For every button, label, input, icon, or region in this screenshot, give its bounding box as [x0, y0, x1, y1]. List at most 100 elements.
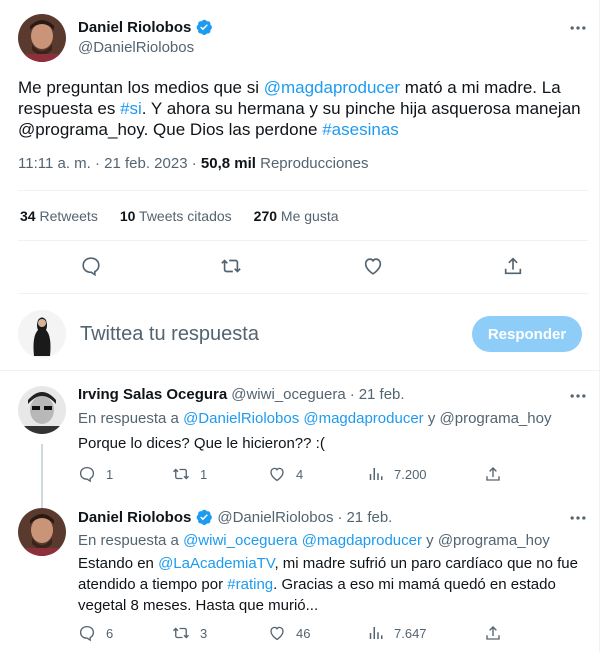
reply-text-part: Estando en	[78, 555, 159, 572]
reply-tweet[interactable]: Daniel Riolobos @DanielRiolobos · 21 feb…	[18, 508, 588, 648]
tweet-text-part: Me preguntan los medios que si	[18, 78, 264, 97]
retweet-icon[interactable]	[220, 255, 242, 277]
like-count: 4	[296, 466, 304, 482]
reply-count: 1	[106, 466, 114, 482]
divider	[18, 293, 588, 294]
views-count-action[interactable]: 7.647	[366, 624, 427, 642]
separator-dot: ·	[337, 508, 343, 526]
views-icon	[369, 627, 383, 639]
like-count-action[interactable]: 4	[268, 465, 303, 483]
tweet-stats: 34 Retweets 10 Tweets citados 270 Me gus…	[20, 208, 339, 224]
separator-dot: ·	[349, 386, 355, 403]
reply-date[interactable]: 21 feb.	[346, 509, 392, 526]
reply-actions: 1 1 4 7.200	[78, 465, 578, 485]
reply-text: Porque lo dices? Que le hicieron?? :(	[78, 435, 325, 452]
retweets-label: Retweets	[35, 208, 98, 224]
reply-count-action[interactable]: 6	[78, 624, 113, 642]
user-avatar[interactable]	[18, 310, 66, 358]
reply-author-handle[interactable]: @DanielRiolobos	[217, 509, 333, 526]
retweet-count: 3	[200, 625, 208, 641]
reply-author-avatar[interactable]	[18, 508, 66, 556]
retweets-stat[interactable]: 34 Retweets	[20, 208, 98, 224]
likes-stat[interactable]: 270 Me gusta	[254, 208, 339, 224]
quotes-stat[interactable]: 10 Tweets citados	[120, 208, 232, 224]
views-count: 7.647	[394, 625, 427, 641]
reply-icon	[79, 625, 95, 642]
in-reply-join: y @programa_hoy	[423, 410, 552, 427]
reply-input[interactable]: Twittea tu respuesta	[80, 323, 259, 346]
in-reply-to: En respuesta a @DanielRiolobos @magdapro…	[78, 410, 551, 427]
reply-header: Irving Salas Ocegura @wiwi_oceguera · 21…	[78, 386, 405, 403]
hashtag-link[interactable]: #rating	[227, 576, 273, 593]
verified-badge-icon	[197, 509, 213, 525]
more-options-icon[interactable]	[568, 18, 588, 38]
author-avatar[interactable]	[18, 14, 66, 62]
views-count-action[interactable]: 7.200	[366, 465, 427, 483]
reply-author-name[interactable]: Irving Salas Ocegura	[78, 386, 227, 403]
like-icon[interactable]	[362, 255, 384, 277]
views-count: 50,8 mil	[200, 155, 256, 172]
divider	[0, 370, 599, 371]
divider	[18, 240, 588, 241]
views-label: Reproducciones	[255, 155, 369, 172]
share-icon	[486, 626, 500, 640]
reply-button[interactable]: Responder	[472, 316, 582, 352]
more-options-icon[interactable]	[568, 508, 588, 528]
in-reply-mentions[interactable]: @DanielRiolobos @magdaproducer	[183, 410, 424, 427]
reply-author-avatar[interactable]	[18, 386, 66, 434]
reply-text: Estando en @LaAcademiaTV, mi madre sufri…	[78, 553, 578, 616]
mention-link[interactable]: @LaAcademiaTV	[158, 555, 274, 572]
reply-header: Daniel Riolobos @DanielRiolobos · 21 feb…	[78, 508, 392, 526]
views-count: 7.200	[394, 466, 427, 482]
in-reply-prefix: En respuesta a	[78, 410, 184, 427]
share-icon	[486, 467, 500, 481]
reply-composer: Twittea tu respuesta Responder	[18, 308, 588, 360]
like-icon	[270, 467, 284, 482]
tweet-thread: Daniel Riolobos @DanielRiolobos Me pregu…	[0, 0, 600, 652]
views-icon	[369, 468, 383, 480]
divider	[18, 190, 588, 191]
author-handle[interactable]: @DanielRiolobos	[78, 39, 194, 56]
share-action[interactable]	[484, 624, 502, 642]
likes-count: 270	[253, 208, 278, 224]
retweet-icon	[173, 627, 189, 639]
retweets-count: 34	[20, 208, 36, 224]
quotes-count: 10	[119, 208, 136, 224]
quotes-label: Tweets citados	[135, 208, 232, 224]
tweet-header: Daniel Riolobos @DanielRiolobos	[18, 14, 588, 62]
reply-date[interactable]: 21 feb.	[359, 386, 405, 403]
verified-badge-icon	[197, 19, 213, 35]
in-reply-to: En respuesta a @wiwi_oceguera @magdaprod…	[78, 532, 550, 549]
author-name-text: Daniel Riolobos	[78, 18, 192, 36]
retweet-count-action[interactable]: 1	[172, 465, 207, 483]
more-options-icon[interactable]	[568, 386, 588, 406]
reply-actions: 6 3 46 7.647	[78, 624, 578, 644]
like-icon	[270, 626, 284, 641]
share-icon[interactable]	[502, 255, 524, 277]
in-reply-join: y @programa_hoy	[422, 532, 550, 549]
retweet-count-action[interactable]: 3	[172, 624, 207, 642]
tweet-meta: 11:11 a. m. · 21 feb. 2023 · 50,8 mil Re…	[18, 155, 369, 172]
hashtag-link[interactable]: #asesinas	[322, 120, 399, 139]
reply-author-name[interactable]: Daniel Riolobos	[78, 509, 191, 526]
reply-tweet[interactable]: Irving Salas Ocegura @wiwi_oceguera · 21…	[18, 386, 588, 532]
in-reply-prefix: En respuesta a	[78, 532, 184, 549]
reply-icon[interactable]	[80, 255, 102, 277]
hashtag-link[interactable]: #si	[120, 99, 142, 118]
tweet-timestamp[interactable]: 11:11 a. m. · 21 feb. 2023 ·	[18, 155, 201, 172]
retweet-count: 1	[200, 466, 208, 482]
likes-label: Me gusta	[277, 208, 339, 224]
reply-count: 6	[106, 625, 114, 641]
in-reply-mentions[interactable]: @wiwi_oceguera @magdaproducer	[183, 532, 422, 549]
author-name[interactable]: Daniel Riolobos	[78, 18, 213, 36]
like-count-action[interactable]: 46	[268, 624, 310, 642]
reply-author-handle[interactable]: @wiwi_oceguera	[231, 386, 345, 403]
share-action[interactable]	[484, 465, 502, 483]
reply-count-action[interactable]: 1	[78, 465, 113, 483]
reply-icon	[79, 466, 95, 483]
retweet-icon	[173, 468, 189, 480]
like-count: 46	[296, 625, 311, 641]
tweet-actions	[72, 255, 532, 279]
tweet-text: Me preguntan los medios que si @magdapro…	[18, 77, 588, 140]
mention-link[interactable]: @magdaproducer	[264, 78, 400, 97]
